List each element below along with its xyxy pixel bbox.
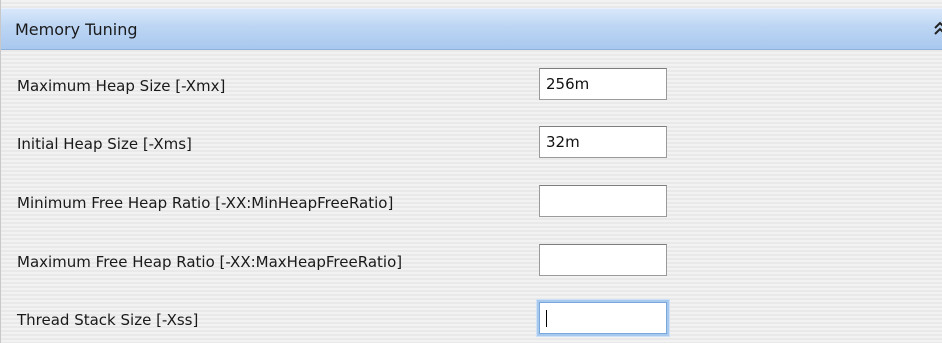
initial-heap-size-label: Initial Heap Size [-Xms] [17, 135, 192, 153]
thread-stack-size-label: Thread Stack Size [-Xss] [17, 311, 199, 329]
max-free-heap-ratio-input[interactable] [539, 244, 667, 276]
max-heap-size-input[interactable] [539, 68, 667, 100]
panel-header[interactable]: Memory Tuning [1, 8, 942, 50]
chevron-up-icon[interactable] [933, 21, 942, 37]
max-heap-size-label: Maximum Heap Size [-Xmx] [17, 77, 226, 95]
text-caret [546, 310, 547, 327]
max-free-heap-ratio-label: Maximum Free Heap Ratio [-XX:MaxHeapFree… [17, 253, 403, 271]
min-free-heap-ratio-label: Minimum Free Heap Ratio [-XX:MinHeapFree… [17, 194, 394, 212]
memory-tuning-panel: Memory Tuning Maximum Heap Size [-Xmx] I… [0, 0, 942, 343]
min-free-heap-ratio-input[interactable] [539, 185, 667, 217]
thread-stack-size-input[interactable] [539, 302, 667, 334]
initial-heap-size-input[interactable] [539, 126, 667, 158]
panel-title: Memory Tuning [15, 20, 138, 39]
